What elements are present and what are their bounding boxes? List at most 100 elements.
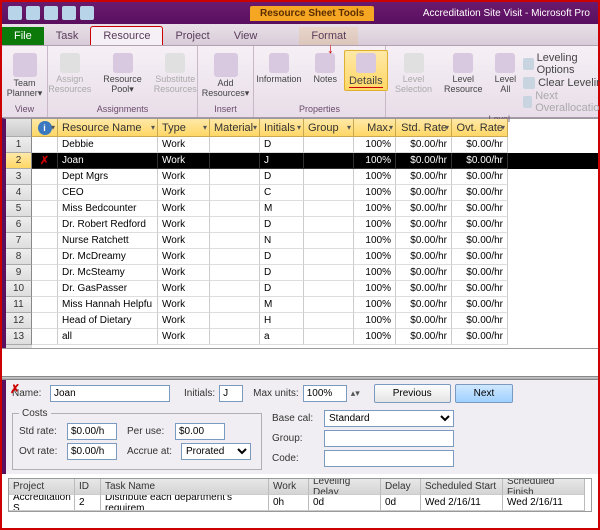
clear-leveling-button[interactable]: Clear Leveling xyxy=(523,77,600,89)
per-use-input[interactable] xyxy=(175,423,225,440)
leveling-options-button[interactable]: Leveling Options xyxy=(523,52,600,76)
cell-group xyxy=(304,233,354,249)
tcol-scheduled-start[interactable]: Scheduled Start xyxy=(421,479,503,495)
col-ovt-rate[interactable]: Ovt. Rate▾ xyxy=(452,119,508,137)
team-planner-button[interactable]: Team Planner▾ xyxy=(2,50,48,102)
row-header[interactable]: 6 xyxy=(6,217,32,233)
cell-material xyxy=(210,265,260,281)
resource-row[interactable]: Nurse Ratchett Work N 100% $0.00/hr $0.0… xyxy=(32,233,598,249)
resource-row[interactable]: Debbie Work D 100% $0.00/hr $0.00/hr xyxy=(32,137,598,153)
task-leveling-delay: 0d xyxy=(309,495,381,511)
resource-row[interactable]: Dr. GasPasser Work D 100% $0.00/hr $0.00… xyxy=(32,281,598,297)
col-std-rate[interactable]: Std. Rate▾ xyxy=(396,119,452,137)
std-rate-input[interactable] xyxy=(67,423,117,440)
notes-button[interactable]: Notes xyxy=(308,50,342,88)
next-overallocation-button[interactable]: Next Overallocation xyxy=(523,90,600,114)
cell-std-rate: $0.00/hr xyxy=(396,217,452,233)
cell-material xyxy=(210,233,260,249)
resource-tab[interactable]: Resource xyxy=(90,26,163,45)
row-header[interactable]: 7 xyxy=(6,233,32,249)
add-resources-icon xyxy=(214,53,238,77)
row-header[interactable]: 11 xyxy=(6,297,32,313)
cell-initials: D xyxy=(260,249,304,265)
select-all-cell[interactable] xyxy=(6,119,32,137)
tcol-leveling-delay[interactable]: Leveling Delay xyxy=(309,479,381,495)
qat-dropdown-icon[interactable] xyxy=(80,6,94,20)
resource-pool-button[interactable]: Resource Pool▾ xyxy=(98,50,147,98)
cell-type: Work xyxy=(158,329,210,345)
resource-row[interactable]: ✗ Joan Work J 100% $0.00/hr $0.00/hr xyxy=(32,153,598,169)
accrue-select[interactable]: Prorated xyxy=(181,443,251,460)
tcol-id[interactable]: ID xyxy=(75,479,101,495)
grid-empty-area[interactable] xyxy=(2,348,598,376)
undo-icon[interactable] xyxy=(26,6,40,20)
col-initials[interactable]: Initials▾ xyxy=(260,119,304,137)
col-max[interactable]: Max.▾ xyxy=(354,119,396,137)
tcol-delay[interactable]: Delay xyxy=(381,479,421,495)
resource-row[interactable]: CEO Work C 100% $0.00/hr $0.00/hr xyxy=(32,185,598,201)
save-icon[interactable] xyxy=(8,6,22,20)
row-header[interactable]: 1 xyxy=(6,137,32,153)
qat-icon[interactable] xyxy=(62,6,76,20)
overallocated-icon: ✗ xyxy=(40,154,49,167)
row-header[interactable]: 4 xyxy=(6,185,32,201)
maxunits-input[interactable] xyxy=(303,385,347,402)
col-indicator[interactable]: i▾ xyxy=(32,119,58,137)
tcol-taskname[interactable]: Task Name xyxy=(101,479,269,495)
col-resource-name[interactable]: Resource Name▾ xyxy=(58,119,158,137)
information-button[interactable]: Information xyxy=(251,50,306,88)
tcol-project[interactable]: Project xyxy=(9,479,75,495)
level-all-icon xyxy=(495,53,515,73)
col-type[interactable]: Type▾ xyxy=(158,119,210,137)
resource-row[interactable]: Dept Mgrs Work D 100% $0.00/hr $0.00/hr xyxy=(32,169,598,185)
row-header[interactable]: 3 xyxy=(6,169,32,185)
col-material[interactable]: Material▾ xyxy=(210,119,260,137)
basecal-select[interactable]: Standard xyxy=(324,410,454,427)
resource-row[interactable]: all Work a 100% $0.00/hr $0.00/hr xyxy=(32,329,598,345)
name-input[interactable] xyxy=(50,385,170,402)
resource-row[interactable]: Dr. Robert Redford Work D 100% $0.00/hr … xyxy=(32,217,598,233)
add-resources-button[interactable]: Add Resources▾ xyxy=(197,50,255,102)
row-header[interactable]: 12 xyxy=(6,313,32,329)
resource-row[interactable]: Miss Hannah Helpfu Work M 100% $0.00/hr … xyxy=(32,297,598,313)
substitute-resources-button[interactable]: Substitute Resources xyxy=(149,50,202,98)
level-selection-button[interactable]: Level Selection xyxy=(390,50,437,98)
code-label: Code: xyxy=(272,453,320,464)
ovt-rate-input[interactable] xyxy=(67,443,117,460)
resource-row[interactable]: Miss Bedcounter Work M 100% $0.00/hr $0.… xyxy=(32,201,598,217)
costs-fieldset: Costs Std rate: Per use: Ovt rate: Accru… xyxy=(12,408,262,470)
file-tab[interactable]: File xyxy=(2,27,44,45)
row-header[interactable]: 10 xyxy=(6,281,32,297)
row-header[interactable]: 13 xyxy=(6,329,32,345)
group-input[interactable] xyxy=(324,430,454,447)
next-button[interactable]: Next xyxy=(455,384,514,403)
row-header[interactable]: 9 xyxy=(6,265,32,281)
initials-input[interactable] xyxy=(219,385,243,402)
row-header[interactable]: 5 xyxy=(6,201,32,217)
code-input[interactable] xyxy=(324,450,454,467)
cell-material xyxy=(210,297,260,313)
row-header[interactable]: 2 xyxy=(6,153,32,169)
tcol-scheduled-finish[interactable]: Scheduled Finish xyxy=(503,479,585,495)
resource-row[interactable]: Dr. McDreamy Work D 100% $0.00/hr $0.00/… xyxy=(32,249,598,265)
quick-access-toolbar xyxy=(2,6,100,20)
assign-resources-button[interactable]: Assign Resources xyxy=(43,50,96,98)
previous-button[interactable]: Previous xyxy=(374,384,451,403)
tcol-work[interactable]: Work xyxy=(269,479,309,495)
details-button[interactable]: Details xyxy=(344,50,388,91)
level-all-button[interactable]: Level All xyxy=(490,50,522,98)
cell-ovt-rate: $0.00/hr xyxy=(452,233,508,249)
redo-icon[interactable] xyxy=(44,6,58,20)
level-resource-button[interactable]: Level Resource xyxy=(439,50,488,98)
col-group[interactable]: Group▾ xyxy=(304,119,354,137)
maxunits-stepper[interactable]: ▴▾ xyxy=(351,388,360,399)
task-tab[interactable]: Task xyxy=(44,27,91,45)
per-use-label: Per use: xyxy=(127,426,171,437)
task-row[interactable]: Accreditation S 2 Distribute each depart… xyxy=(9,495,591,511)
row-header[interactable]: 8 xyxy=(6,249,32,265)
view-tab[interactable]: View xyxy=(222,27,270,45)
resource-row[interactable]: Head of Dietary Work H 100% $0.00/hr $0.… xyxy=(32,313,598,329)
cell-initials: a xyxy=(260,329,304,345)
project-tab[interactable]: Project xyxy=(163,27,221,45)
resource-row[interactable]: Dr. McSteamy Work D 100% $0.00/hr $0.00/… xyxy=(32,265,598,281)
